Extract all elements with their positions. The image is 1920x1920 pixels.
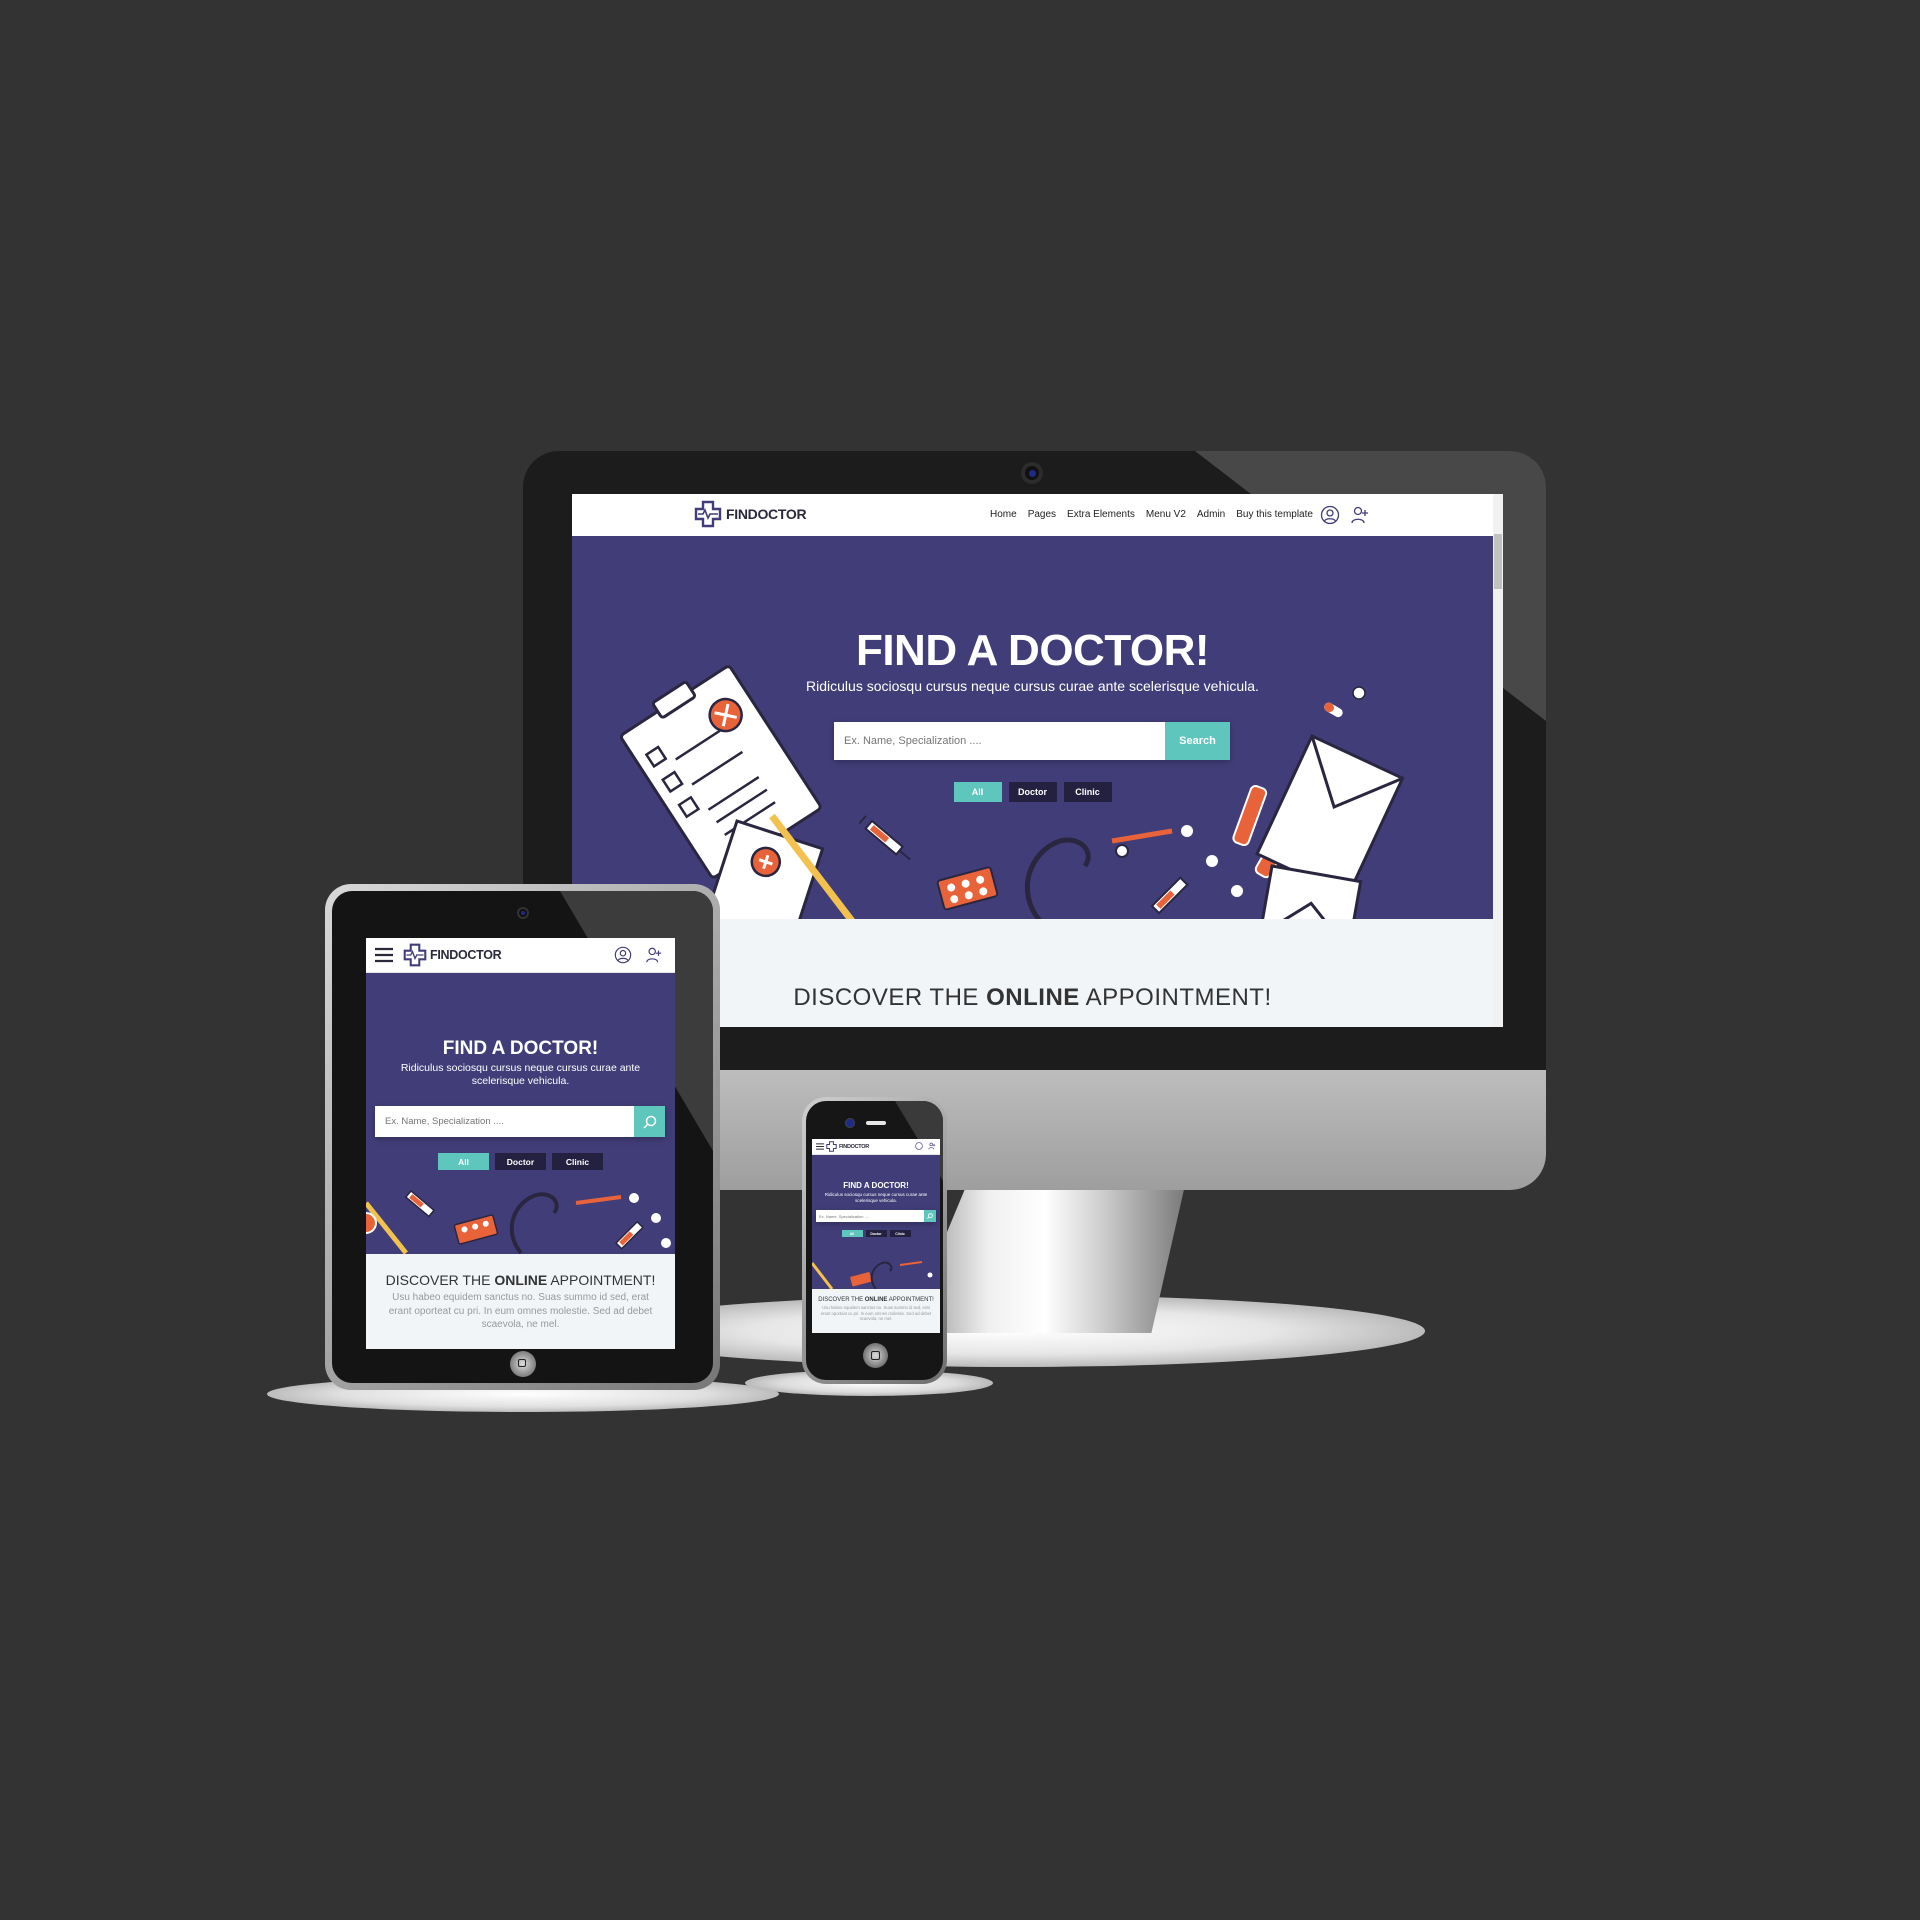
search-icon	[642, 1115, 656, 1129]
user-icon[interactable]	[915, 1142, 923, 1150]
medical-illustration	[812, 1261, 933, 1289]
hamburger-menu-icon[interactable]	[816, 1143, 824, 1150]
tablet-discover-heading: DISCOVER THE ONLINE APPOINTMENT!	[366, 1272, 675, 1288]
add-user-icon[interactable]	[645, 946, 663, 964]
phone-filter-doctor[interactable]: Doctor	[865, 1230, 887, 1237]
medical-cross-icon	[826, 1141, 837, 1152]
filter-chips: All Doctor Clinic	[572, 782, 1493, 802]
phone-filter-clinic[interactable]: Clinic	[889, 1230, 911, 1237]
nav-pages[interactable]: Pages	[1028, 509, 1056, 520]
add-user-icon[interactable]	[928, 1142, 936, 1150]
tablet-navbar: FINDOCTOR	[366, 938, 675, 973]
discover-highlight: ONLINE	[494, 1272, 548, 1288]
discover-prefix: DISCOVER THE	[793, 984, 979, 1011]
user-icon[interactable]	[1320, 505, 1340, 525]
filter-doctor[interactable]: Doctor	[1008, 782, 1057, 802]
phone-home-button[interactable]	[863, 1343, 888, 1368]
tablet-hero-subtitle: Ridiculus sociosqu cursus neque cursus c…	[400, 1062, 641, 1087]
search-button[interactable]: Search	[1165, 722, 1230, 760]
nav-menu-v2[interactable]: Menu V2	[1146, 509, 1186, 520]
hero-title: FIND A DOCTOR!	[855, 626, 1210, 675]
phone-filter-chips: All Doctor Clinic	[812, 1230, 940, 1237]
search-icon	[927, 1213, 933, 1219]
monitor-stand	[905, 1185, 1185, 1333]
discover-prefix: DISCOVER THE	[385, 1272, 491, 1288]
tablet-filter-all[interactable]: All	[438, 1153, 489, 1170]
nav-admin[interactable]: Admin	[1197, 509, 1225, 520]
tablet-filter-clinic[interactable]: Clinic	[552, 1153, 603, 1170]
desktop-navbar: FINDOCTOR Home Pages Extra Elements Menu…	[572, 494, 1493, 537]
monitor-camera	[1021, 462, 1043, 484]
tablet-filter-doctor[interactable]: Doctor	[495, 1153, 546, 1170]
hero-subtitle: Ridiculus sociosqu cursus neque cursus c…	[806, 678, 1259, 694]
hero-search-bar: Search	[834, 722, 1230, 760]
tablet-screen: FINDOCTOR FIND A DOCTOR! Ridiculus socio…	[366, 938, 675, 1349]
phone-search-bar	[816, 1210, 936, 1222]
phone-hero: FIND A DOCTOR! Ridiculus sociosqu cursus…	[812, 1155, 940, 1289]
filter-all[interactable]: All	[953, 782, 1002, 802]
phone-camera	[845, 1118, 855, 1128]
medical-cross-icon	[403, 943, 427, 967]
phone-hero-subtitle: Ridiculus sociosqu cursus neque cursus c…	[824, 1192, 928, 1203]
tablet-search-input[interactable]	[375, 1106, 634, 1137]
phone-navbar: FINDOCTOR	[812, 1139, 940, 1155]
phone-speaker	[866, 1121, 886, 1125]
discover-suffix: APPOINTMENT!	[550, 1272, 656, 1288]
phone-logo-text: FINDOCTOR	[839, 1143, 869, 1150]
medical-illustration	[366, 1189, 671, 1254]
medical-cross-icon	[694, 500, 722, 528]
discover-suffix: APPOINTMENT!	[888, 1297, 934, 1303]
nav-extra-elements[interactable]: Extra Elements	[1067, 509, 1135, 520]
filter-clinic[interactable]: Clinic	[1063, 782, 1112, 802]
hamburger-menu-icon[interactable]	[375, 947, 393, 963]
tablet-logo-text: FINDOCTOR	[430, 948, 502, 962]
desktop-menu: Home Pages Extra Elements Menu V2 Admin …	[990, 509, 1313, 520]
search-input[interactable]	[834, 722, 1165, 760]
phone-search-button[interactable]	[924, 1210, 936, 1222]
discover-suffix: APPOINTMENT!	[1085, 984, 1272, 1011]
tablet-hero-title: FIND A DOCTOR!	[442, 1038, 599, 1059]
desktop-logo-text: FINDOCTOR	[726, 506, 807, 522]
tablet-logo[interactable]: FINDOCTOR	[403, 943, 502, 967]
phone-search-input[interactable]	[816, 1210, 924, 1222]
discover-highlight: ONLINE	[986, 984, 1080, 1011]
phone-logo[interactable]: FINDOCTOR	[826, 1141, 869, 1152]
tablet-filter-chips: All Doctor Clinic	[366, 1153, 675, 1170]
tablet-camera	[517, 907, 529, 919]
phone-discover-heading: DISCOVER THE ONLINE APPOINTMENT!	[812, 1297, 940, 1303]
nav-home[interactable]: Home	[990, 509, 1017, 520]
tablet-home-button[interactable]	[510, 1351, 536, 1377]
nav-buy-template[interactable]: Buy this template	[1236, 509, 1313, 520]
tablet-search-button[interactable]	[634, 1106, 665, 1137]
tablet-hero: FIND A DOCTOR! Ridiculus sociosqu cursus…	[366, 973, 675, 1254]
phone-filter-all[interactable]: All	[841, 1230, 863, 1237]
discover-prefix: DISCOVER THE	[818, 1297, 864, 1303]
discover-highlight: ONLINE	[864, 1297, 888, 1303]
desktop-scrollbar-thumb[interactable]	[1494, 534, 1502, 589]
phone-hero-title: FIND A DOCTOR!	[843, 1181, 909, 1190]
add-user-icon[interactable]	[1350, 505, 1370, 525]
user-icon[interactable]	[614, 946, 632, 964]
phone-discover-body: Usu habeo equidem sanctus no. Suas summo…	[820, 1305, 932, 1321]
desktop-logo[interactable]: FINDOCTOR	[694, 500, 807, 528]
tablet-search-bar	[375, 1106, 665, 1137]
desktop-hero: FIND A DOCTOR! Ridiculus sociosqu cursus…	[572, 536, 1493, 919]
tablet-discover-body: Usu habeo equidem sanctus no. Suas summo…	[388, 1292, 653, 1330]
phone-screen: FINDOCTOR FIND A DOCTOR! Ridiculus socio…	[812, 1139, 940, 1333]
